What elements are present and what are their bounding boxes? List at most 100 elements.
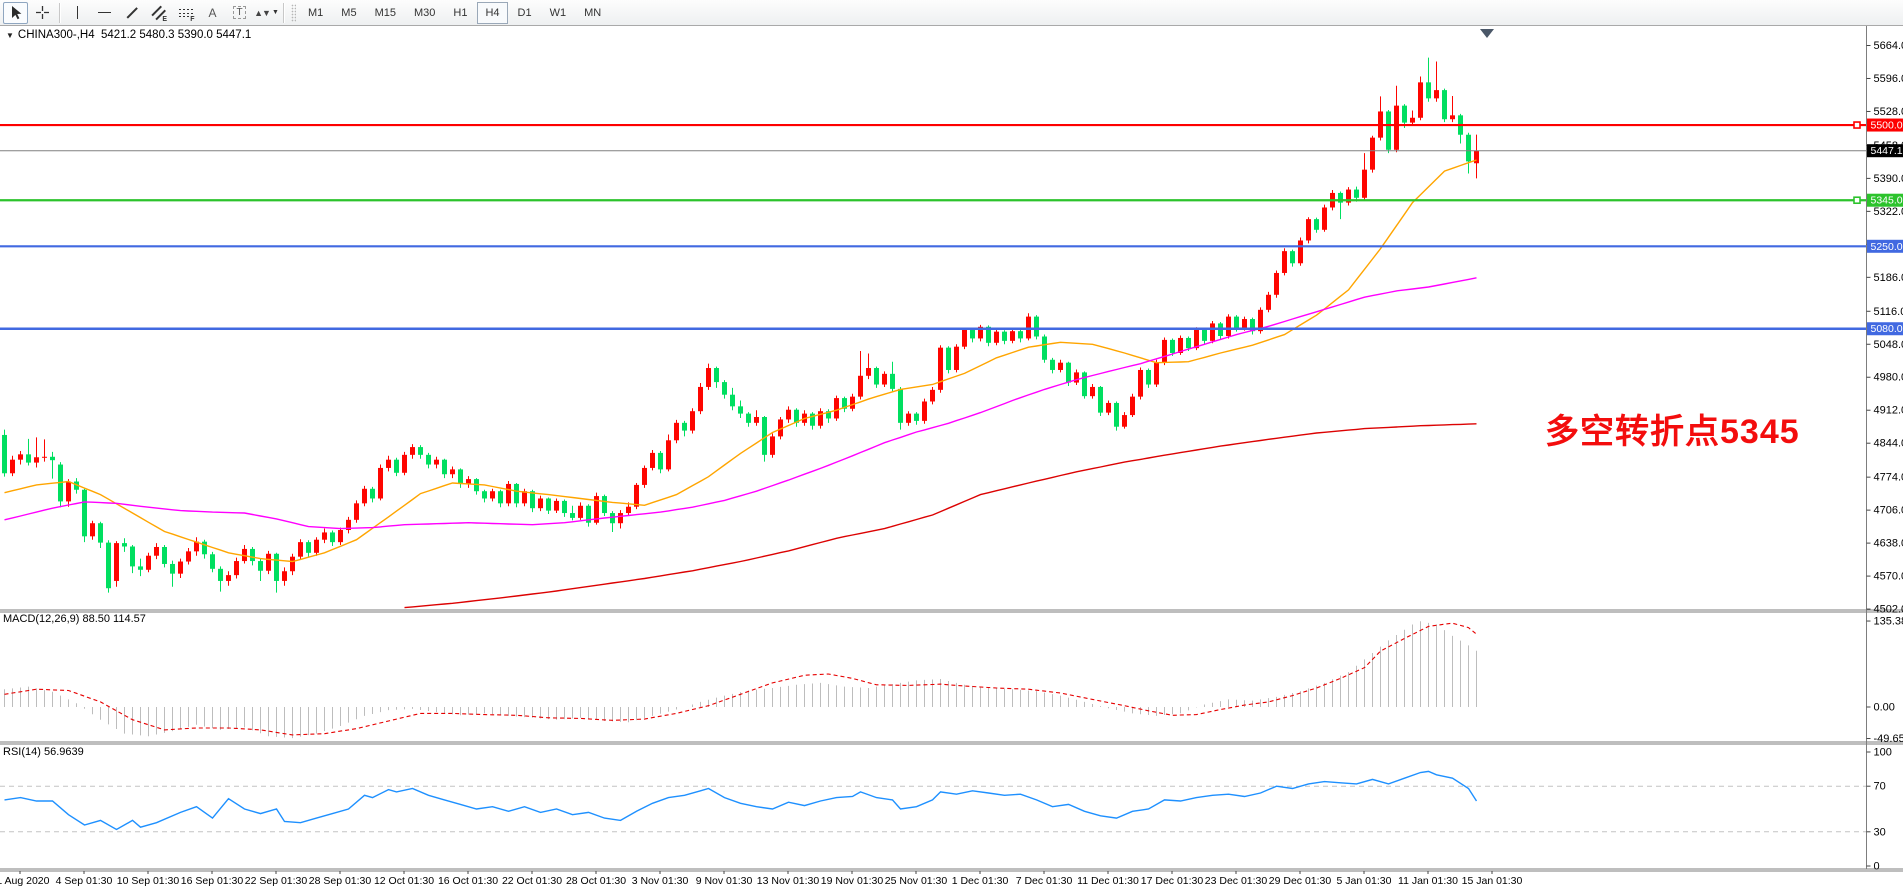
timeframe-mn-button[interactable]: MN [576,2,609,24]
candle-body [618,513,623,523]
candle-body [1266,295,1271,310]
time-axis-label: 15 Jan 01:30 [1462,875,1523,887]
chart-background[interactable] [0,26,1903,894]
time-axis-label: 31 Aug 2020 [0,875,50,887]
candle-body [1466,135,1471,162]
hline-handle[interactable] [1854,197,1860,203]
equidistant-channel-icon: E [162,16,167,23]
macd-axis-label: 0.00 [1874,702,1895,714]
text-label-tool-button[interactable]: T [227,2,252,24]
dropdown-caret-icon[interactable]: ▼ [272,9,279,16]
candle-body [26,454,31,462]
candle-body [1314,219,1319,230]
candle-body [1186,338,1191,348]
time-axis-label: 1 Dec 01:30 [952,875,1009,887]
candle-body [42,457,47,458]
candle-body [1386,111,1391,149]
candle-body [914,414,919,421]
candle-body [1066,363,1071,383]
macd-axis-label: -49.65 [1874,733,1903,745]
time-axis-label: 7 Dec 01:30 [1016,875,1073,887]
candle-body [490,491,495,498]
text-tool-button[interactable]: A [200,2,225,24]
candle-body [1106,403,1111,413]
candle-body [874,368,879,384]
time-axis-label: 22 Sep 01:30 [245,875,308,887]
time-axis-label: 28 Sep 01:30 [309,875,372,887]
vertical-line-tool-button[interactable] [65,2,90,24]
price-axis-label: 5390.0 [1874,173,1903,185]
toolbar-grip-handle[interactable] [291,4,296,22]
chart-menu-triangle-icon[interactable]: ▼ [6,31,14,40]
price-axis-label: 5664.0 [1874,40,1903,52]
time-axis-label: 23 Dec 01:30 [1205,875,1268,887]
candle-body [418,447,423,455]
candle-body [906,414,911,423]
fibonacci-retracement-tool-button[interactable]: F [173,2,198,24]
cursor-tool-button[interactable] [3,2,28,24]
chart-text-annotation[interactable]: 多空转折点5345 [1545,404,1800,453]
candle-body [386,460,391,468]
timeframe-m1-button[interactable]: M1 [300,2,331,24]
rsi-axis-label: 70 [1874,781,1886,793]
candle-body [754,417,759,423]
candle-body [786,410,791,420]
candle-body [18,454,23,459]
candle-body [106,543,111,589]
candle-body [1474,151,1479,164]
price-axis-label: 5048.0 [1874,339,1903,351]
candle-body [186,551,191,561]
candle-body [770,436,775,454]
current-price-axis-label: 5447.1 [1871,145,1903,157]
candle-body [1090,387,1095,396]
crosshair-tool-button[interactable] [30,2,55,24]
price-axis-label: 4706.0 [1874,505,1903,517]
price-axis-label: 5116.0 [1874,306,1903,318]
candle-body [698,387,703,411]
timeframe-m5-button[interactable]: M5 [333,2,364,24]
candle-body [50,457,55,460]
timeframe-d1-button[interactable]: D1 [510,2,540,24]
hline-axis-label: 5080.0 [1871,323,1903,335]
candle-body [650,453,655,468]
toolbar-separator [283,3,285,23]
candle-body [1322,207,1327,229]
hline-handle[interactable] [1854,122,1860,128]
trendline-tool-button[interactable] [119,2,144,24]
candle-body [706,368,711,387]
timeframe-m30-button[interactable]: M30 [406,2,443,24]
time-axis-label: 10 Sep 01:30 [117,875,180,887]
candle-body [546,498,551,510]
candle-body [1282,251,1287,273]
candle-body [266,554,271,571]
candle-body [170,564,175,574]
candle-body [90,523,95,536]
horizontal-line-tool-button[interactable] [92,2,117,24]
rsi-indicator-label: RSI(14) 56.9639 [3,746,84,758]
candle-body [290,557,295,572]
price-axis-label: 4570.0 [1874,571,1903,583]
candle-body [714,368,719,382]
hline-axis-label: 5345.0 [1871,195,1903,207]
timeframe-h4-button[interactable]: H4 [477,2,507,24]
candle-body [1146,370,1151,385]
time-axis-label: 16 Sep 01:30 [181,875,244,887]
timeframe-m15-button[interactable]: M15 [367,2,404,24]
time-axis-label: 11 Jan 01:30 [1398,875,1458,887]
candle-body [1370,138,1375,170]
equidistant-channel-icon: E [151,6,166,20]
candle-body [322,532,327,539]
candle-body [538,498,543,508]
time-axis-label: 12 Oct 01:30 [374,875,434,887]
candle-body [1210,323,1215,340]
candle-body [178,562,183,574]
arrows-tool-button[interactable]: ▲▼▼ [254,2,279,24]
timeframe-w1-button[interactable]: W1 [542,2,575,24]
candle-body [1234,317,1239,329]
timeframe-h1-button[interactable]: H1 [445,2,475,24]
candle-body [138,566,143,569]
candle-body [482,491,487,498]
equidistant-channel-tool-button[interactable]: E [146,2,171,24]
chart-title: ▼CHINA300-,H4 5421.2 5480.3 5390.0 5447.… [6,29,251,41]
candle-body [722,382,727,395]
